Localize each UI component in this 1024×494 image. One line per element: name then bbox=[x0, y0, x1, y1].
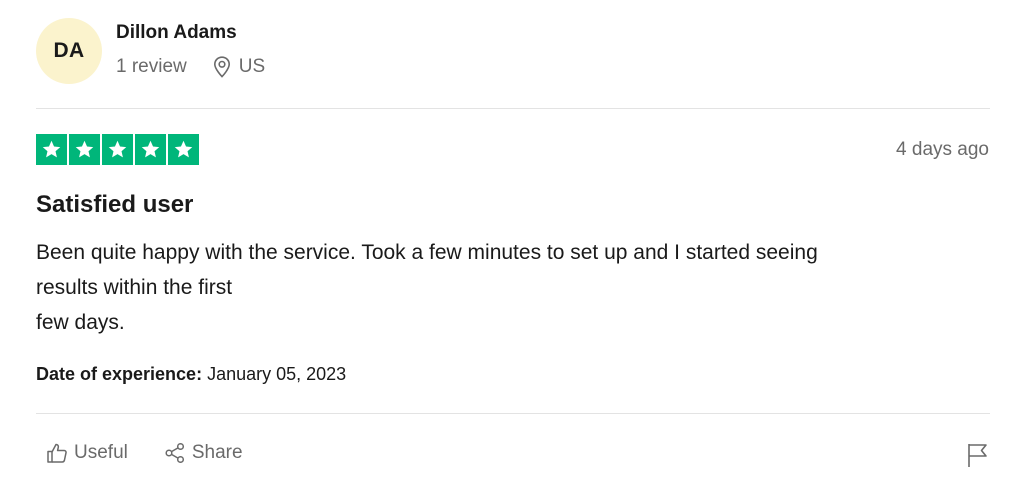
star-icon bbox=[108, 140, 127, 158]
star-icon bbox=[141, 140, 160, 158]
star-box bbox=[36, 134, 67, 165]
divider bbox=[36, 413, 990, 414]
flag-icon bbox=[968, 444, 987, 467]
date-of-experience: Date of experience: January 05, 2023 bbox=[36, 364, 346, 385]
consumer-location: US bbox=[213, 56, 265, 78]
review-date: 4 days ago bbox=[896, 139, 989, 160]
star-icon bbox=[174, 140, 193, 158]
useful-button[interactable]: Useful bbox=[46, 442, 128, 464]
review-body-line: results within the first bbox=[36, 276, 233, 299]
star-box bbox=[135, 134, 166, 165]
share-button[interactable]: Share bbox=[164, 442, 243, 464]
review-card: DA Dillon Adams 1 review US 4 days ago S… bbox=[0, 0, 1024, 494]
thumbs-up-icon bbox=[47, 443, 67, 463]
share-label: Share bbox=[191, 442, 243, 463]
star-box bbox=[69, 134, 100, 165]
star-icon bbox=[42, 140, 61, 158]
consumer-meta: 1 review US bbox=[116, 56, 265, 78]
consumer-name[interactable]: Dillon Adams bbox=[116, 22, 237, 44]
review-actions: Useful Share bbox=[46, 442, 279, 464]
review-count: 1 review bbox=[116, 56, 187, 77]
avatar[interactable]: DA bbox=[36, 18, 102, 84]
review-body-line: Been quite happy with the service. Took … bbox=[36, 241, 818, 264]
useful-label: Useful bbox=[74, 442, 128, 463]
consumer-country: US bbox=[238, 56, 266, 77]
location-pin-icon bbox=[213, 56, 230, 78]
report-button[interactable] bbox=[966, 442, 990, 468]
divider bbox=[36, 108, 990, 109]
star-box bbox=[168, 134, 199, 165]
review-title[interactable]: Satisfied user bbox=[36, 191, 193, 219]
review-body: Been quite happy with the service. Took … bbox=[36, 235, 996, 340]
star-box bbox=[102, 134, 133, 165]
experience-label: Date of experience: bbox=[36, 364, 203, 384]
star-rating bbox=[36, 134, 199, 165]
share-icon bbox=[165, 442, 184, 464]
review-body-line: few days. bbox=[36, 311, 125, 334]
experience-date: January 05, 2023 bbox=[207, 364, 347, 384]
star-icon bbox=[75, 140, 94, 158]
